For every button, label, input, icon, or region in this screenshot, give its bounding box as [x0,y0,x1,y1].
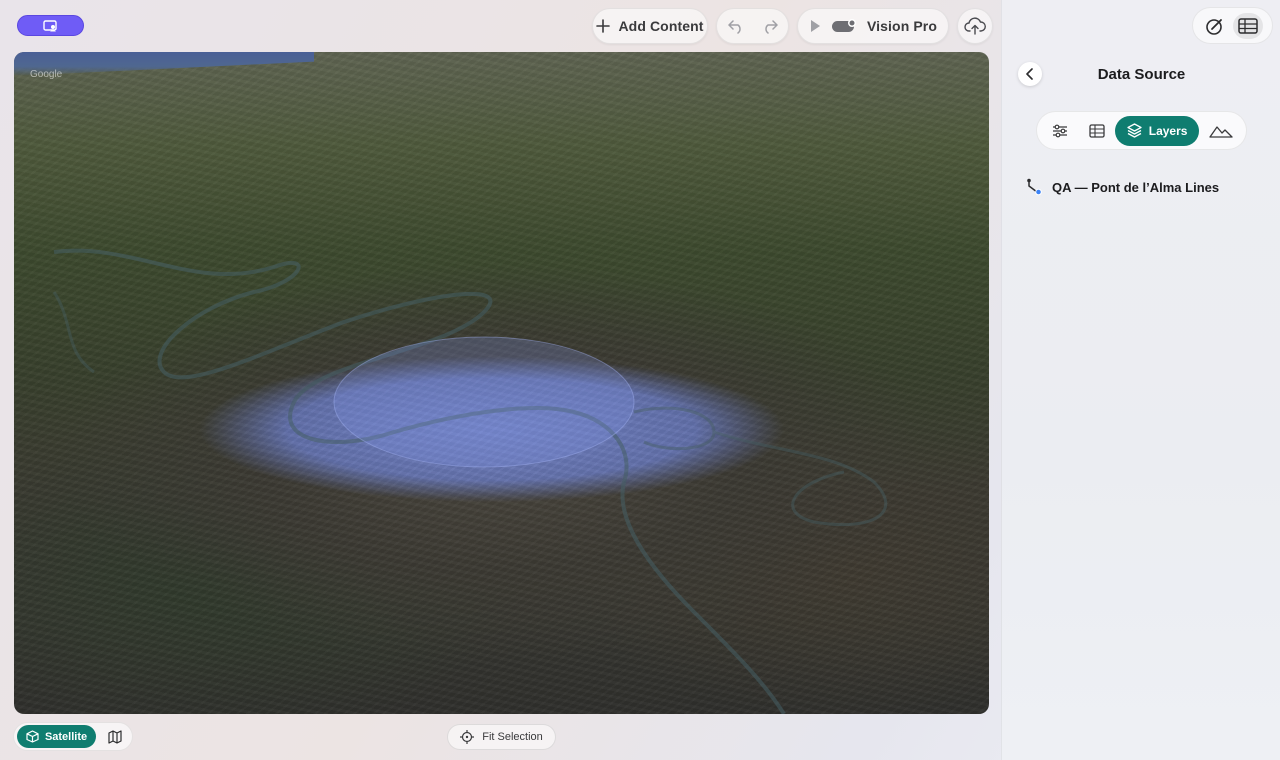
line-layer-icon [1027,178,1042,196]
panel-tab-bar: Layers [1036,111,1247,150]
undo-redo-group [716,8,789,44]
tab-table[interactable] [1078,116,1115,146]
map-attribution: Google [30,69,63,80]
vision-pro-preview-button[interactable]: Vision Pro [797,8,949,44]
table-icon [1088,123,1105,138]
plus-icon [596,19,611,33]
tab-layers[interactable]: Layers [1115,115,1200,146]
table-view-button[interactable] [1233,12,1264,39]
cloud-upload-icon [964,17,986,35]
satellite-mode-button[interactable]: Satellite [17,725,97,748]
seine-river [52,248,888,714]
redo-button[interactable] [757,13,783,39]
layer-list-item[interactable]: QA — Pont de l’Alma Lines [1026,178,1219,196]
satellite-map-viewport[interactable]: Google [14,52,989,714]
layer-name: QA — Pont de l’Alma Lines [1052,179,1220,195]
panel-title: Data Source [1097,66,1186,83]
person-screen-icon [42,19,57,31]
vision-pro-label: Vision Pro [867,18,937,34]
map-mode-toggle: Satellite [13,722,133,751]
cube-icon [26,730,39,743]
folded-map-icon [107,729,122,744]
map-mode-button[interactable] [100,724,129,750]
chevron-left-icon [1026,68,1033,80]
view-switcher [1192,7,1273,44]
back-button[interactable] [1018,62,1042,86]
add-content-label: Add Content [618,18,704,34]
layers-icon [1127,123,1142,138]
table-icon [1238,17,1258,34]
compass-pencil-icon [1205,18,1222,35]
cloud-upload-button[interactable] [957,8,993,44]
tab-terrain[interactable] [1199,116,1242,146]
undo-button[interactable] [723,13,749,39]
inspector-toggle-button[interactable] [1202,13,1228,39]
fit-selection-label: Fit Selection [482,731,543,743]
tab-settings[interactable] [1041,116,1078,146]
redo-icon [764,20,778,34]
fit-selection-button[interactable]: Fit Selection [447,724,556,750]
add-content-button[interactable]: Add Content [592,8,708,44]
undo-icon [727,20,741,34]
user-badge-button[interactable] [17,15,84,36]
terrain-icon [1208,125,1233,138]
play-icon [811,20,820,32]
satellite-label: Satellite [44,730,88,743]
vision-pro-headset-icon [832,19,856,32]
sliders-icon [1052,124,1067,137]
tab-layers-label: Layers [1148,123,1188,138]
crosshair-icon [460,730,475,744]
